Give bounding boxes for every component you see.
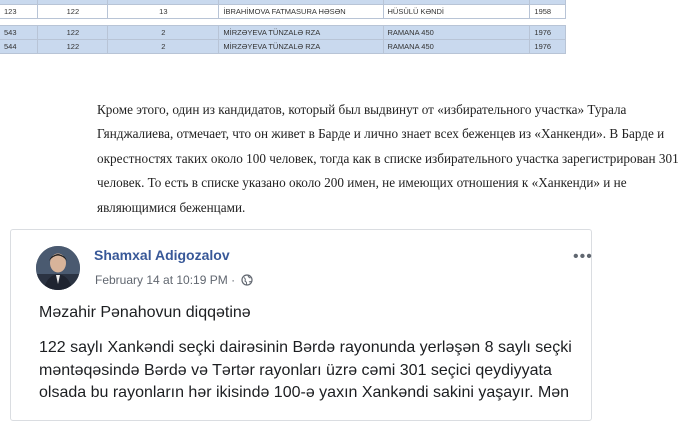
post-meta: February 14 at 10:19 PM · <box>95 273 254 289</box>
table-cell-no: 123 <box>0 4 39 19</box>
table-cell-precinct: 13 <box>107 4 220 19</box>
table-cell-district: 122 <box>37 25 109 40</box>
table-cell-no: 543 <box>0 25 39 40</box>
table-cell-name: MİRZƏYEVA TÜNZALƏ RZA <box>218 39 384 54</box>
post-line-addressee: Məzahir Pənahovun diqqətinə <box>39 304 251 321</box>
post-timestamp[interactable]: February 14 at 10:19 PM <box>95 273 228 287</box>
table-cell-address: HÜSÜLÜ KƏNDİ <box>382 4 531 19</box>
voter-list-table: 12212213İBRAHİMOVA ƏFSANƏ MÜSÜRHÜSÜLÜ KƏ… <box>0 0 566 54</box>
table-cell-address: RAMANA 450 <box>382 39 531 54</box>
table-row: 544 122 2 MİRZƏYEVA TÜNZALƏ RZA RAMANA 450 19… <box>0 39 566 54</box>
table-cell-year: 1976 <box>529 39 566 54</box>
table-cell-address: RAMANA 450 <box>382 25 531 40</box>
post-body: Məzahir Pənahovun diqqətinə 122 saylı Xa… <box>39 302 584 404</box>
table-cell-precinct: 2 <box>107 39 220 54</box>
voter-list-table-image: 12212213İBRAHİMOVA ƏFSANƏ MÜSÜRHÜSÜLÜ KƏ… <box>0 0 567 62</box>
table-cell-district: 122 <box>37 4 109 19</box>
table-cell-no: 544 <box>0 39 39 54</box>
facebook-post-card: Shamxal Adigozalov February 14 at 10:19 … <box>10 229 592 421</box>
avatar[interactable] <box>36 246 80 290</box>
table-cell-precinct: 2 <box>107 25 220 40</box>
table-cell-year: 1958 <box>529 4 566 19</box>
more-options-icon[interactable]: ••• <box>573 248 593 266</box>
table-cell-name: MİRZƏYEVA TÜNZALƏ RZA <box>218 25 384 40</box>
article-paragraph: Кроме этого, один из кандидатов, который… <box>97 102 679 215</box>
globe-icon <box>241 274 254 289</box>
table-row: 543 122 2 MİRZƏYEVA TÜNZALƏ RZA RAMANA 450 19… <box>0 25 566 40</box>
post-line-main: 122 saylı Xankəndi seçki dairəsinin Bərd… <box>39 339 572 401</box>
avatar-photo-icon <box>36 246 80 290</box>
meta-separator: · <box>231 273 236 287</box>
table-cell-year: 1976 <box>529 25 566 40</box>
table-cell-name: İBRAHİMOVA FATMASURA HƏSƏN <box>218 4 384 19</box>
post-author-name[interactable]: Shamxal Adigozalov <box>94 247 230 263</box>
table-gap <box>0 18 566 26</box>
table-row: 123 122 13 İBRAHİMOVA FATMASURA HƏSƏN HÜSÜLÜ… <box>0 4 566 19</box>
table-cell-district: 122 <box>37 39 109 54</box>
